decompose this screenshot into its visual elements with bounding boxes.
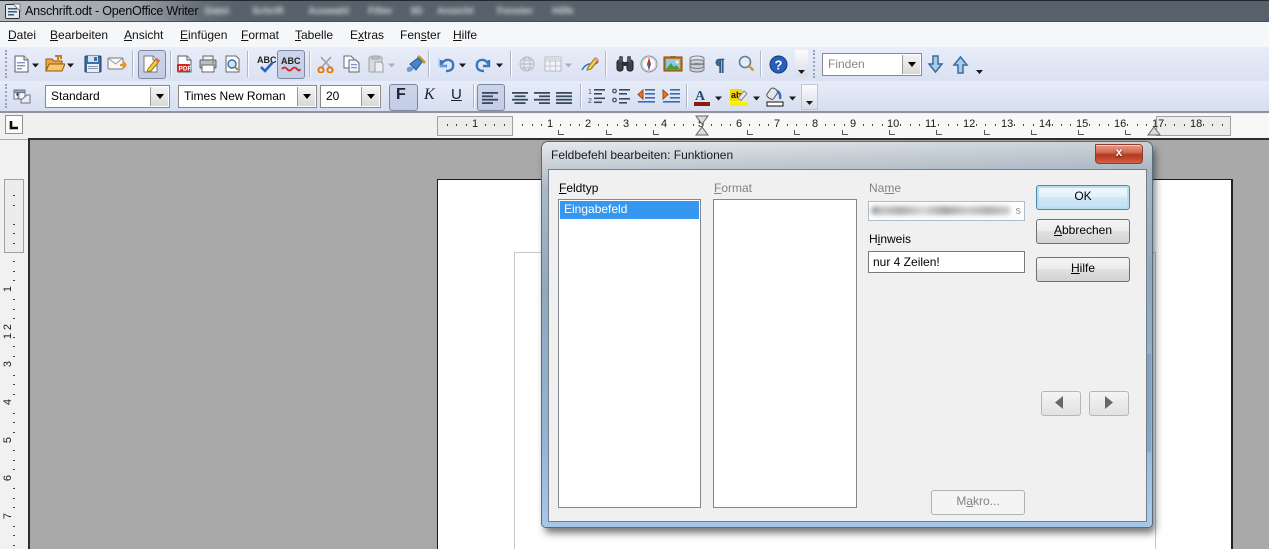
svg-text:2: 2 xyxy=(588,98,592,105)
svg-text:¶: ¶ xyxy=(16,92,20,100)
svg-text:?: ? xyxy=(775,58,783,73)
svg-text:PDF: PDF xyxy=(179,66,192,73)
svg-text:ABC: ABC xyxy=(257,55,277,65)
svg-text:¶: ¶ xyxy=(715,55,725,73)
svg-text:ABC: ABC xyxy=(281,56,301,66)
svg-text:1: 1 xyxy=(588,89,592,96)
svg-text:A: A xyxy=(695,89,706,104)
